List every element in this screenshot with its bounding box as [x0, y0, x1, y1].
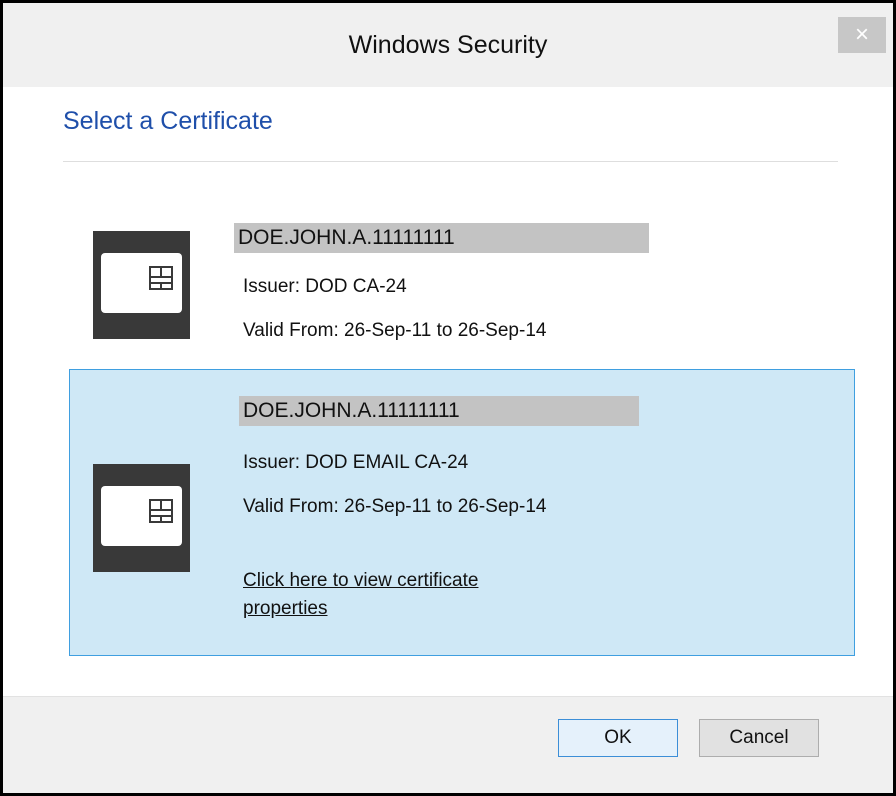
dialog-heading: Select a Certificate	[63, 107, 273, 135]
smart-card-icon	[93, 464, 190, 572]
certificate-name: DOE.JOHN.A.11111111	[234, 223, 649, 253]
dialog-footer: OK Cancel	[3, 696, 893, 794]
cancel-button[interactable]: Cancel	[699, 719, 819, 757]
smart-card-icon	[93, 231, 190, 339]
certificate-issuer: Issuer: DOD EMAIL CA-24	[243, 452, 469, 473]
view-certificate-properties-link[interactable]: Click here to view certificate propertie…	[243, 567, 563, 623]
dialog-body: Select a Certificate DOE.JOHN.A.11111111…	[3, 87, 893, 696]
certificate-validity: Valid From: 26-Sep-11 to 26-Sep-14	[243, 496, 547, 517]
close-icon: ×	[854, 21, 869, 48]
window-title: Windows Security	[348, 31, 548, 59]
close-button[interactable]: ×	[838, 17, 886, 53]
certificate-validity: Valid From: 26-Sep-11 to 26-Sep-14	[243, 320, 547, 341]
divider	[63, 161, 838, 162]
windows-security-dialog: Windows Security × Select a Certificate …	[0, 0, 896, 796]
ok-button[interactable]: OK	[558, 719, 678, 757]
certificate-issuer: Issuer: DOD CA-24	[243, 276, 407, 297]
certificate-name: DOE.JOHN.A.11111111	[239, 396, 639, 426]
title-bar[interactable]: Windows Security ×	[3, 3, 893, 87]
